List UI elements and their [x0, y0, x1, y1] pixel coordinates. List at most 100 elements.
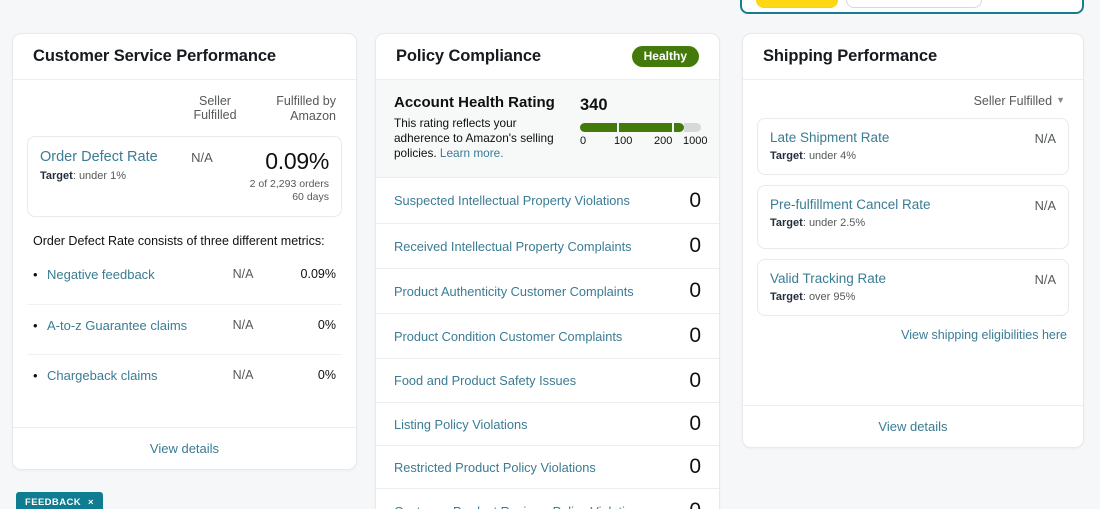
metric-fba-value: 0%	[317, 368, 336, 382]
primary-action-button[interactable]	[756, 0, 838, 8]
policy-count: 0	[689, 234, 701, 257]
account-health-dashboard: Customer Service Performance Seller Fulf…	[0, 0, 1100, 509]
account-health-score: 340	[580, 96, 608, 114]
list-item: • Negative feedback N/A 0.09%	[27, 254, 342, 304]
policy-link-restricted-product-violations[interactable]: Restricted Product Policy Violations	[394, 459, 675, 476]
policy-link-product-authenticity-complaints[interactable]: Product Authenticity Customer Complaints	[394, 283, 675, 300]
target-value: under 2.5%	[808, 217, 866, 229]
status-badge: Healthy	[631, 46, 699, 67]
page-title: Customer Service Performance	[33, 47, 276, 65]
account-health-rating-title: Account Health Rating	[394, 94, 555, 111]
policy-link-suspected-ip-violations[interactable]: Suspected Intellectual Property Violatio…	[394, 192, 675, 209]
learn-more-link[interactable]: Learn more.	[440, 146, 504, 160]
shipping-performance-card: Shipping Performance Seller Fulfilled ▼ L…	[742, 33, 1084, 448]
top-cutoff-panel	[740, 0, 1084, 14]
list-item: Customer Product Reviews Policy Violatio…	[376, 488, 719, 509]
policy-compliance-card: Policy Compliance Healthy Account Health…	[375, 33, 720, 509]
view-shipping-eligibilities-link[interactable]: View shipping eligibilities here	[901, 328, 1067, 342]
view-details-link-shipping[interactable]: View details	[878, 419, 947, 434]
metric-fba-value: 0.09%	[300, 267, 336, 281]
metric-fba-value: 0%	[317, 318, 336, 332]
shipping-metric-link[interactable]: Late Shipment Rate	[770, 129, 945, 146]
column-headers: Seller Fulfilled Fulfilled by Amazon	[13, 80, 356, 124]
chevron-down-icon: ▼	[1056, 95, 1065, 105]
list-item: Product Authenticity Customer Complaints…	[376, 268, 719, 313]
list-item: Food and Product Safety Issues 0	[376, 358, 719, 402]
account-health-rating-section: Account Health Rating This rating reflec…	[376, 80, 719, 178]
meter-track-remaining	[684, 123, 701, 132]
policy-link-listing-policy-violations[interactable]: Listing Policy Violations	[394, 416, 675, 433]
order-defect-rate-link[interactable]: Order Defect Rate	[40, 148, 171, 166]
shipping-performance-title: Shipping Performance	[763, 47, 938, 65]
card-header: Policy Compliance Healthy	[376, 34, 719, 80]
feedback-tag[interactable]: FEEDBACK ×	[16, 492, 103, 509]
meter-label-0: 0	[580, 135, 587, 147]
top-panel-button-row	[756, 0, 982, 8]
target-value: under 1%	[78, 170, 127, 182]
meter-label-200: 200	[654, 135, 673, 147]
shipping-metric-target: Target: under 2.5%	[770, 217, 866, 229]
policy-link-food-product-safety[interactable]: Food and Product Safety Issues	[394, 372, 675, 389]
policy-link-product-condition-complaints[interactable]: Product Condition Customer Complaints	[394, 328, 675, 345]
bullet-icon: •	[33, 318, 38, 333]
policy-violation-list: Suspected Intellectual Property Violatio…	[376, 178, 719, 509]
meter-scale-labels: 0 100 200 1000	[580, 135, 707, 149]
policy-count: 0	[689, 279, 701, 302]
shipping-eligibility-row: View shipping eligibilities here	[743, 316, 1083, 342]
card-header: Shipping Performance	[743, 34, 1083, 80]
policy-link-customer-product-reviews-violations[interactable]: Customer Product Reviews Policy Violatio…	[394, 503, 675, 509]
order-defect-rate-fba-value: 0.09%	[265, 148, 329, 174]
target-value: under 4%	[808, 150, 857, 162]
target-label: Target	[770, 291, 803, 303]
shipping-metric-pre-fulfillment-cancel-rate: Pre-fulfillment Cancel Rate Target: unde…	[757, 185, 1069, 249]
policy-count: 0	[689, 412, 701, 435]
list-item: Listing Policy Violations 0	[376, 402, 719, 445]
list-item: • Chargeback claims N/A 0%	[27, 354, 342, 404]
list-item: Restricted Product Policy Violations 0	[376, 445, 719, 488]
odr-metric-list: • Negative feedback N/A 0.09% • A-to-z G…	[27, 254, 342, 404]
order-defect-rate-box: Order Defect Rate Target: under 1% N/A 0…	[27, 136, 342, 217]
target-label: Target	[40, 170, 73, 182]
shipping-metric-link[interactable]: Pre-fulfillment Cancel Rate	[770, 196, 945, 213]
meter-label-100: 100	[614, 135, 633, 147]
column-header-seller-fulfilled: Seller Fulfilled	[193, 94, 237, 122]
card-footer: View details	[743, 405, 1083, 447]
metric-link-chargeback-claims[interactable]: Chargeback claims	[47, 366, 212, 384]
target-label: Target	[770, 217, 803, 229]
column-header-fulfilled-by-amazon: Fulfilled by Amazon	[276, 94, 336, 123]
order-defect-rate-seller-value: N/A	[191, 150, 213, 165]
metric-link-negative-feedback[interactable]: Negative feedback	[47, 265, 212, 283]
metric-seller-value: N/A	[232, 267, 254, 281]
feedback-label: FEEDBACK	[25, 497, 81, 508]
fulfillment-filter-dropdown[interactable]: Seller Fulfilled ▼	[743, 80, 1083, 108]
list-item: Received Intellectual Property Complaint…	[376, 223, 719, 268]
order-defect-rate-target: Target: under 1%	[40, 170, 127, 182]
metrics-intro-text: Order Defect Rate consists of three diff…	[33, 234, 325, 248]
list-item: Suspected Intellectual Property Violatio…	[376, 178, 719, 223]
account-health-meter	[580, 123, 701, 132]
account-health-rating-description: This rating reflects your adherence to A…	[394, 116, 570, 161]
bullet-icon: •	[33, 267, 38, 282]
list-item: Product Condition Customer Complaints 0	[376, 313, 719, 358]
close-icon[interactable]: ×	[88, 497, 94, 508]
metric-seller-value: N/A	[232, 368, 254, 382]
order-defect-rate-period: 60 days	[292, 191, 329, 203]
shipping-metric-target: Target: under 4%	[770, 150, 857, 162]
policy-link-received-ip-complaints[interactable]: Received Intellectual Property Complaint…	[394, 238, 675, 255]
secondary-action-button[interactable]	[846, 0, 982, 8]
bullet-icon: •	[33, 368, 38, 383]
shipping-metric-target: Target: over 95%	[770, 291, 856, 303]
target-label: Target	[770, 150, 803, 162]
order-defect-rate-detail: 2 of 2,293 orders	[249, 178, 329, 190]
target-value: over 95%	[808, 291, 856, 303]
meter-segment-2	[619, 123, 672, 132]
view-details-link-customer-service[interactable]: View details	[150, 441, 219, 456]
policy-count: 0	[689, 324, 701, 347]
shipping-metric-value: N/A	[1034, 272, 1056, 287]
customer-service-performance-card: Customer Service Performance Seller Fulf…	[12, 33, 357, 470]
shipping-metric-link[interactable]: Valid Tracking Rate	[770, 270, 945, 287]
policy-count: 0	[689, 368, 701, 392]
metric-seller-value: N/A	[232, 318, 254, 332]
metric-link-a-to-z-guarantee-claims[interactable]: A-to-z Guarantee claims	[47, 316, 212, 334]
shipping-metric-late-shipment-rate: Late Shipment Rate Target: under 4% N/A	[757, 118, 1069, 175]
